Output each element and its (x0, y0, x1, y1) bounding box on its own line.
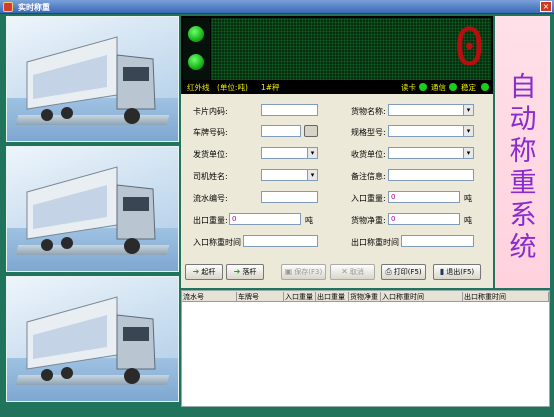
title-bar: 实时称重 × (0, 0, 554, 14)
in-weight-field[interactable]: 0 (388, 191, 460, 203)
side-title-char: 统 (509, 232, 537, 263)
camera-view-2 (6, 146, 179, 272)
in-time-field[interactable] (243, 235, 318, 247)
column-header-net-weight[interactable]: 货物净重 (349, 292, 381, 302)
traffic-lights (183, 18, 210, 80)
read-card-label: 读卡 (401, 83, 416, 92)
green-light-icon (188, 54, 204, 70)
out-time-field[interactable] (401, 235, 474, 247)
truck-image (26, 36, 156, 124)
raise-arrow-icon: ➔ (192, 267, 200, 276)
exit-label: 退出(F5) (446, 268, 475, 276)
table-header: 流水号 车牌号 入口重量 出口重量 货物净重 入口称重时间 出口称重时间 (182, 291, 549, 302)
comm-label: 通信 (431, 83, 446, 92)
print-button[interactable]: ⎙ 打印(F5) (381, 264, 426, 280)
cancel-label: 取消 (349, 268, 364, 276)
raise-barrier-button[interactable]: ➔ 起杆 (185, 264, 223, 280)
window-title: 实时称重 (18, 3, 50, 12)
lower-arrow-icon: ➔ (233, 267, 241, 276)
in-time-label: 入口称重时间 (193, 238, 241, 247)
receiver-label: 收货单位: (351, 150, 386, 159)
side-title-char: 动 (509, 104, 537, 135)
spec-select[interactable] (388, 125, 474, 137)
side-title-char: 称 (509, 136, 537, 167)
net-weight-label: 货物净重: (351, 216, 386, 225)
side-title-char: 系 (509, 200, 537, 231)
column-header-in-weight[interactable]: 入口重量 (284, 292, 316, 302)
records-table[interactable]: 流水号 车牌号 入口重量 出口重量 货物净重 入口称重时间 出口称重时间 (181, 290, 550, 407)
receiver-select[interactable] (388, 147, 474, 159)
weighing-form: 卡片内码: 车牌号码: 发货单位: 司机姓名: 流水编号: 出口重量: 0 吨 … (181, 94, 493, 288)
side-title-panel: 自 动 称 重 系 统 (495, 16, 550, 288)
column-header-in-time[interactable]: 入口称重时间 (381, 292, 463, 302)
plate-lookup-button[interactable] (304, 125, 318, 137)
goods-name-label: 货物名称: (351, 107, 386, 116)
in-weight-unit: 吨 (464, 194, 472, 203)
print-label: 打印(F5) (393, 268, 422, 276)
shipper-select[interactable] (261, 147, 318, 159)
camera-view-3 (6, 276, 179, 402)
save-label: 保存(F3) (294, 268, 323, 276)
weight-display: 0 红外线 (单位:吨) 1#秤 读卡 通信 稳定 (181, 16, 493, 94)
out-weight-field[interactable]: 0 (229, 213, 301, 225)
led-panel: 0 (211, 18, 491, 80)
exit-button[interactable]: ▮ 退出(F5) (433, 264, 481, 280)
green-light-icon (188, 26, 204, 42)
save-icon: ▣ (284, 267, 293, 276)
plate-label: 车牌号码: (193, 128, 228, 137)
comm-indicator-icon (449, 83, 457, 91)
close-button[interactable]: × (540, 1, 552, 12)
plate-field[interactable] (261, 125, 301, 137)
side-title-char: 重 (509, 168, 537, 199)
weight-readout: 0 (453, 18, 485, 78)
in-weight-label: 入口重量: (351, 194, 386, 203)
goods-name-select[interactable] (388, 104, 474, 116)
column-header-out-time[interactable]: 出口称重时间 (463, 292, 549, 302)
status-bar: 红外线 (单位:吨) 1#秤 读卡 通信 稳定 (181, 81, 493, 94)
column-header-out-weight[interactable]: 出口重量 (316, 292, 349, 302)
infrared-label: 红外线 (187, 83, 210, 92)
truck-image (26, 296, 156, 384)
remark-label: 备注信息: (351, 172, 386, 181)
cancel-icon: ✕ (341, 267, 348, 276)
save-button[interactable]: ▣ 保存(F3) (281, 264, 326, 280)
cancel-button[interactable]: ✕ 取消 (330, 264, 375, 280)
column-header-plate[interactable]: 车牌号 (237, 292, 284, 302)
driver-label: 司机姓名: (193, 172, 228, 181)
serial-label: 流水编号: (193, 194, 228, 203)
out-weight-unit: 吨 (305, 216, 313, 225)
net-weight-unit: 吨 (464, 216, 472, 225)
shipper-label: 发货单位: (193, 150, 228, 159)
camera-panel (2, 16, 179, 407)
out-weight-label: 出口重量: (193, 216, 228, 225)
truck-image (26, 166, 156, 254)
card-code-label: 卡片内码: (193, 107, 228, 116)
driver-select[interactable] (261, 169, 318, 181)
lower-label: 落杆 (242, 268, 257, 276)
remark-field[interactable] (388, 169, 474, 181)
raise-label: 起杆 (201, 268, 216, 276)
out-time-label: 出口称重时间 (351, 238, 399, 247)
camera-view-1 (6, 16, 179, 142)
serial-field[interactable] (261, 191, 318, 203)
card-code-field[interactable] (261, 104, 318, 116)
exit-icon: ▮ (439, 267, 445, 276)
spec-label: 规格型号: (351, 128, 386, 137)
column-header-serial[interactable]: 流水号 (182, 292, 237, 302)
unit-label: (单位:吨) (217, 83, 248, 92)
side-title-char: 自 (509, 72, 537, 103)
app-icon (3, 2, 13, 12)
read-card-indicator-icon (419, 83, 427, 91)
net-weight-field[interactable]: 0 (388, 213, 460, 225)
stable-indicator-icon (481, 83, 489, 91)
scale-label: 1#秤 (261, 83, 280, 92)
stable-label: 稳定 (461, 83, 476, 92)
lower-barrier-button[interactable]: ➔ 落杆 (226, 264, 264, 280)
print-icon: ⎙ (385, 267, 392, 276)
